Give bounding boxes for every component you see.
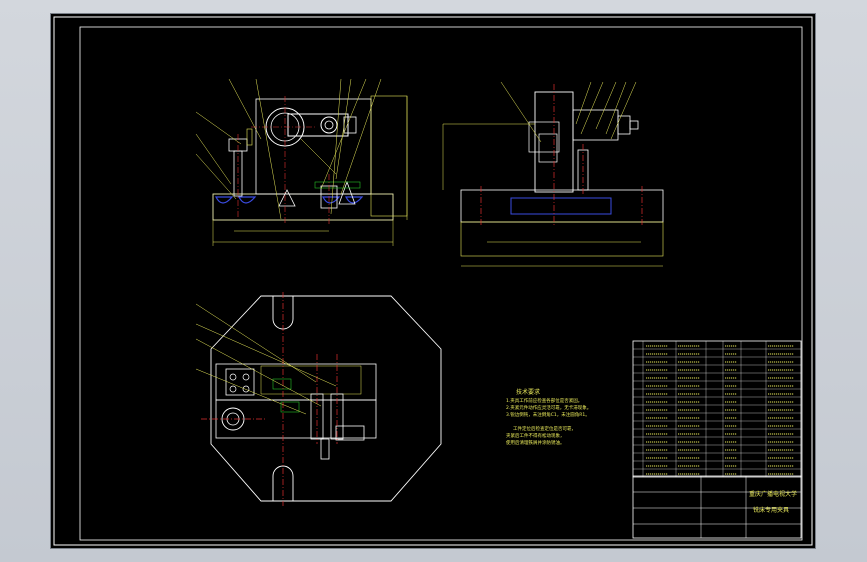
- side-view: [442, 81, 664, 267]
- title-block: 重庆广播电视大学 铣床专用夹具: [632, 475, 802, 539]
- notes-title: 技术要求: [516, 388, 540, 396]
- notes-line-3: 3.锐边倒钝，未注倒角C1，未注圆角R1。: [506, 411, 590, 418]
- school-name: 重庆广播电视大学: [749, 490, 797, 498]
- notes-extra-2: 夹紧后工件不得有松动现象，: [506, 432, 565, 439]
- notes-line-1: 1.夹具工作前应检查各部位是否紧固。: [506, 397, 582, 404]
- drawing-canvas[interactable]: 技术要求 1.夹具工作前应检查各部位是否紧固。 2.夹紧元件动作应灵活可靠，无卡…: [51, 14, 815, 548]
- parts-list: [632, 340, 802, 478]
- front-view: [195, 78, 408, 246]
- inner-frame: [79, 26, 803, 541]
- top-view: [195, 292, 442, 506]
- drawing-name: 铣床专用夹具: [753, 506, 789, 514]
- notes-line-2: 2.夹紧元件动作应灵活可靠，无卡滞现象。: [506, 404, 591, 411]
- notes-extra-3: 使用后清理铁屑并涂防锈油。: [506, 439, 565, 446]
- technical-notes: 技术要求 1.夹具工作前应检查各部位是否紧固。 2.夹紧元件动作应灵活可靠，无卡…: [506, 388, 591, 446]
- notes-extra-1: 工件定位后检查定位是否可靠，: [513, 425, 576, 432]
- cad-workspace: 技术要求 1.夹具工作前应检查各部位是否紧固。 2.夹紧元件动作应灵活可靠，无卡…: [0, 0, 867, 562]
- drawing-sheet[interactable]: 技术要求 1.夹具工作前应检查各部位是否紧固。 2.夹紧元件动作应灵活可靠，无卡…: [51, 14, 815, 548]
